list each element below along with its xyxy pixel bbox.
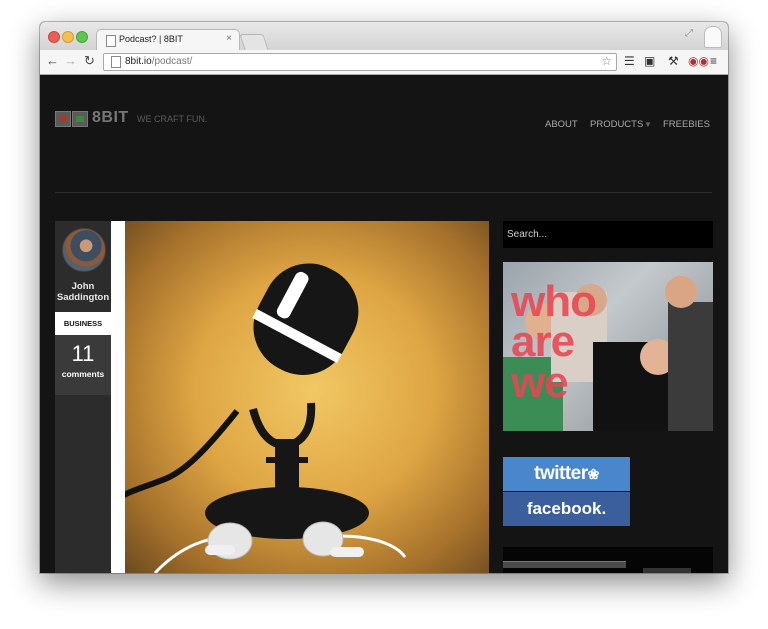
browser-tab[interactable]: Podcast? | 8BIT × bbox=[96, 29, 240, 51]
browser-toolbar: ← → ↻ 8bit.io/podcast/ ☆ ☰ ▣ ⚒ ◉◉ ≡ bbox=[40, 50, 728, 75]
maximize-window-button[interactable] bbox=[76, 31, 88, 43]
nav-about[interactable]: ABOUT bbox=[545, 119, 578, 130]
social-buttons: twitter❀ facebook. bbox=[503, 457, 630, 526]
comment-label: comments bbox=[61, 369, 105, 379]
page-icon bbox=[111, 56, 121, 68]
url-text[interactable]: 8bit.io/podcast/ bbox=[125, 56, 192, 67]
glasses-icon[interactable]: ◉◉ bbox=[688, 54, 709, 68]
back-arrow-icon[interactable]: ← bbox=[46, 53, 59, 68]
video-thumbnail[interactable] bbox=[503, 547, 713, 573]
video-block bbox=[643, 568, 691, 573]
site-tagline: WE CRAFT FUN. bbox=[137, 114, 208, 124]
star-icon[interactable]: ☆ bbox=[601, 54, 612, 68]
tab-close-icon[interactable]: × bbox=[226, 33, 232, 44]
video-strip bbox=[503, 561, 626, 568]
hero-image[interactable] bbox=[125, 221, 489, 573]
new-tab-button[interactable] bbox=[239, 34, 269, 50]
browser-window: Podcast? | 8BIT × ⤢ ← → ↻ 8bit.io/podcas… bbox=[40, 22, 728, 573]
post-meta-column: John Saddington BUSINESS 11 comments bbox=[55, 221, 111, 573]
category-badge[interactable]: BUSINESS bbox=[55, 312, 111, 335]
page-icon bbox=[106, 35, 116, 47]
logo-text: 8BIT bbox=[92, 109, 129, 126]
facebook-button[interactable]: facebook. bbox=[503, 492, 630, 526]
chevron-down-icon[interactable]: ▼ bbox=[644, 120, 652, 129]
twitter-bird-icon: ❀ bbox=[587, 466, 600, 482]
author-name[interactable]: John Saddington bbox=[55, 281, 111, 303]
nav-freebies[interactable]: FREEBIES bbox=[663, 119, 710, 130]
wrench-icon[interactable]: ⚒ bbox=[668, 54, 679, 68]
comments-link[interactable]: 11 comments bbox=[55, 335, 111, 395]
title-bar: Podcast? | 8BIT × ⤢ bbox=[40, 22, 728, 51]
avatar[interactable] bbox=[62, 228, 106, 272]
web-page: 8BIT WE CRAFT FUN. ABOUT PRODUCTS ▼ FREE… bbox=[40, 75, 728, 573]
reload-icon[interactable]: ↻ bbox=[84, 53, 95, 69]
buffer-icon[interactable]: ☰ bbox=[624, 54, 635, 68]
minimize-window-button[interactable] bbox=[62, 31, 74, 43]
profile-icon[interactable] bbox=[704, 26, 722, 48]
twitter-button[interactable]: twitter❀ bbox=[503, 457, 630, 491]
evernote-icon[interactable]: ▣ bbox=[644, 54, 655, 68]
promo-text: who are we bbox=[511, 277, 597, 407]
microphone-icon bbox=[125, 263, 407, 573]
comment-count: 11 bbox=[71, 341, 95, 366]
forward-arrow-icon[interactable]: → bbox=[64, 53, 77, 68]
search-input[interactable] bbox=[503, 221, 713, 248]
who-are-we-banner[interactable]: who are we bbox=[503, 262, 713, 431]
header-divider bbox=[55, 192, 712, 193]
address-bar[interactable]: 8bit.io/podcast/ ☆ bbox=[103, 53, 617, 71]
nav-products[interactable]: PRODUCTS bbox=[590, 119, 643, 130]
tab-title: Podcast? | 8BIT bbox=[119, 34, 183, 44]
fullscreen-icon[interactable]: ⤢ bbox=[685, 28, 693, 39]
logo-icon bbox=[55, 111, 88, 127]
menu-icon[interactable]: ≡ bbox=[710, 54, 717, 68]
close-window-button[interactable] bbox=[48, 31, 60, 43]
